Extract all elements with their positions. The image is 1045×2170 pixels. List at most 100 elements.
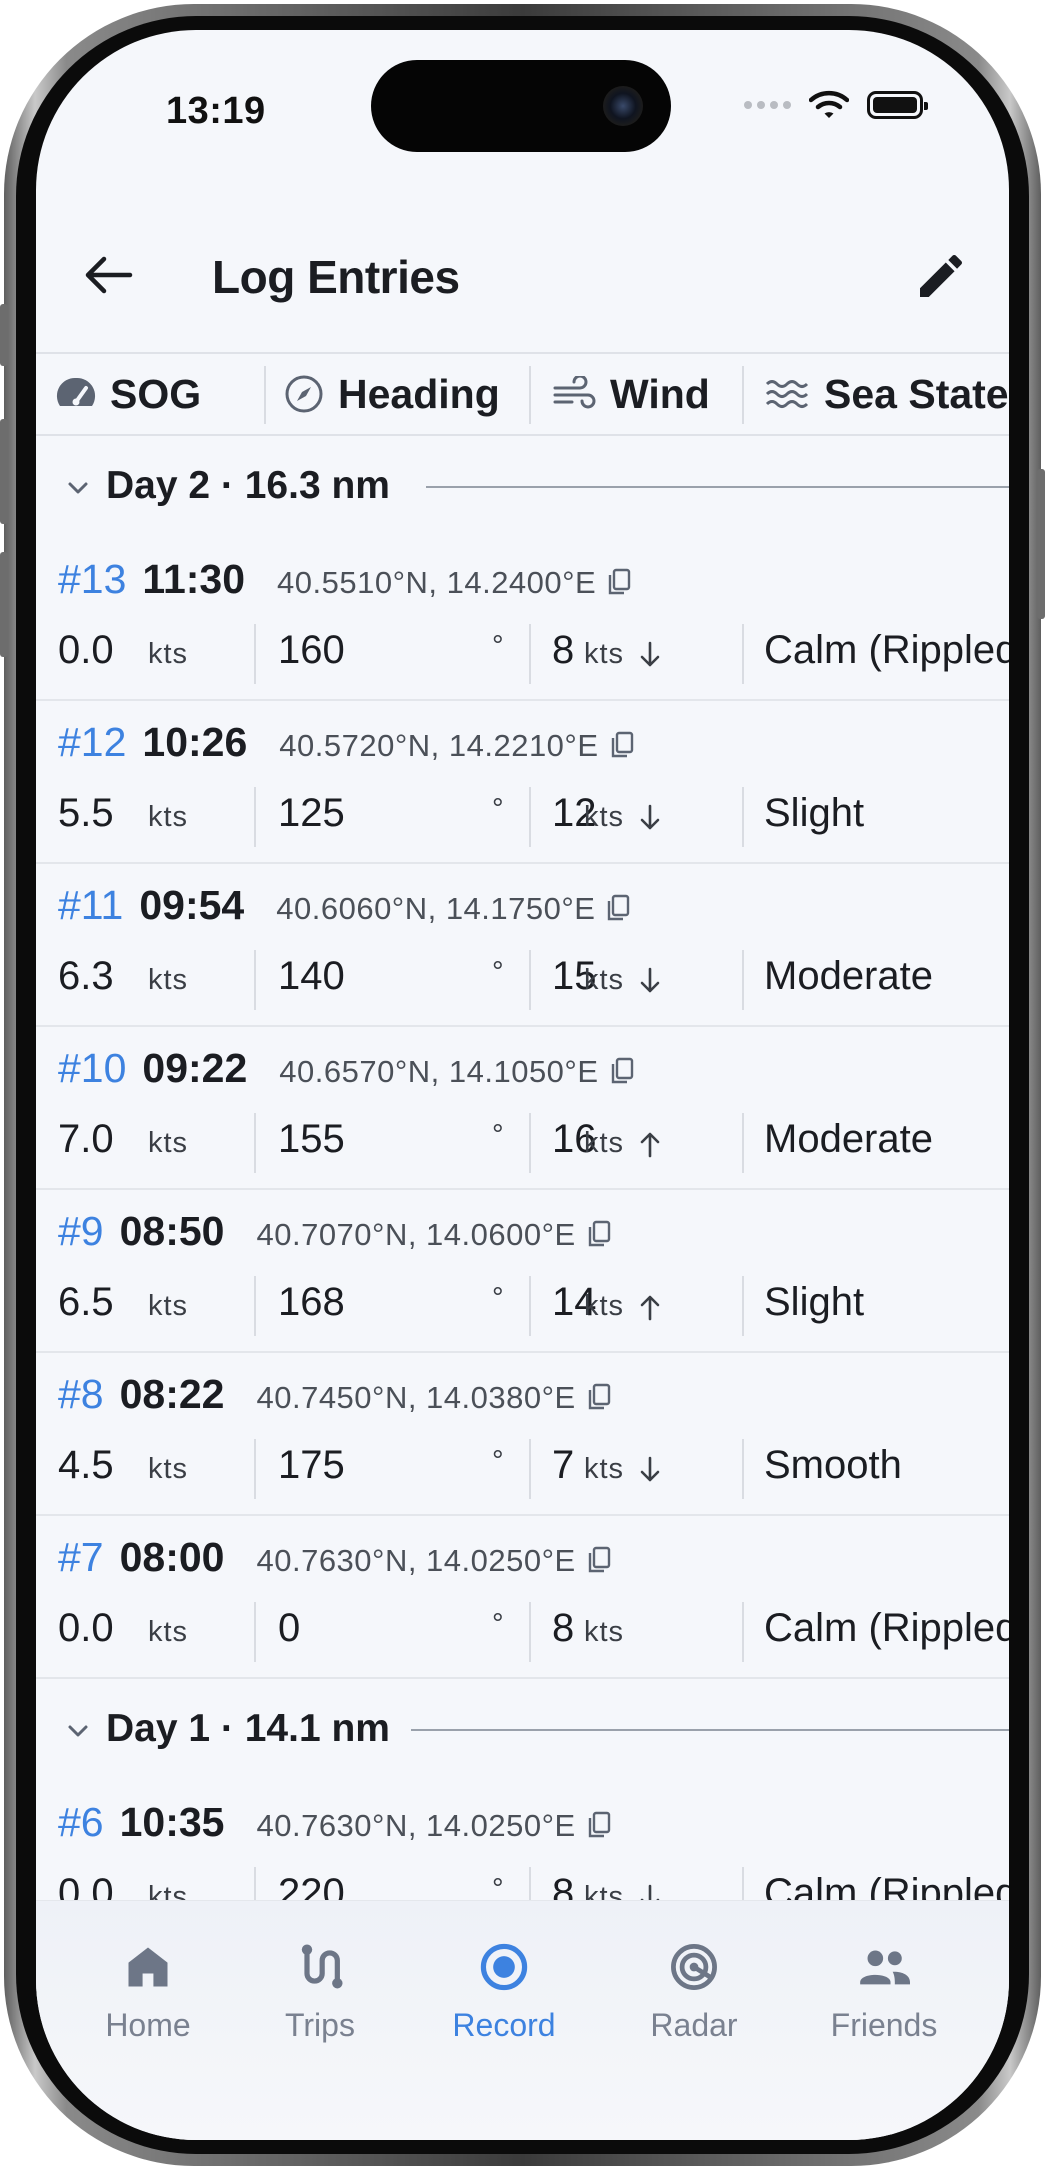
wind-unit: kts (584, 1453, 625, 1485)
nav-label: Record (452, 2007, 556, 2043)
action-button (0, 304, 8, 366)
sea-state-value: Moderate (764, 1117, 933, 1161)
log-entry-row[interactable]: #10 09:22 40.6570°N, 14.1050°E 7.0 kts 155 ° 16… (36, 1027, 1009, 1190)
power-button (1037, 469, 1045, 619)
wind-down-arrow-icon (640, 1456, 660, 1482)
entry-coordinates: 40.7630°N, 14.0250°E (256, 1543, 576, 1578)
bottom-navigation: Home Trips Record Radar Friends (36, 1900, 1009, 2140)
heading-value: 155 (278, 1117, 345, 1161)
log-entry-row[interactable]: #11 09:54 40.6060°N, 14.1750°E 6.3 kts 140 ° 15… (36, 864, 1009, 1027)
entry-coordinates: 40.6570°N, 14.1050°E (279, 1054, 599, 1089)
volume-down-button (0, 552, 8, 657)
cell-divider (742, 1602, 744, 1662)
copy-icon[interactable] (586, 1810, 612, 1840)
chevron-down-icon (68, 482, 88, 494)
log-entry-list[interactable]: Day 2 · 16.3 nm #13 11:30 40.5510°N, 14.24… (36, 436, 1009, 1900)
sea-state-value: Slight (764, 791, 865, 835)
sog-value: 0.0 (58, 628, 114, 672)
day-label: Day 2 · 16.3 nm (106, 464, 390, 507)
column-sog[interactable]: SOG (56, 354, 201, 434)
nav-friends[interactable]: Friends (804, 1941, 964, 2044)
sog-unit: kts (148, 1881, 189, 1900)
log-entry-row[interactable]: #9 08:50 40.7070°N, 14.0600°E 6.5 kts 168 ° 14 k… (36, 1190, 1009, 1353)
cell-divider (742, 1113, 744, 1173)
heading-unit: ° (492, 1119, 505, 1151)
wind-value: 7 (552, 1443, 575, 1487)
entry-values: 5.5 kts 125 ° 12 kts Slight (36, 783, 1009, 851)
column-wind[interactable]: Wind (552, 354, 710, 434)
screen: 13:19 Log Entries SOG Heading Wind Sea S… (36, 30, 1009, 2140)
sog-value: 6.5 (58, 1280, 114, 1324)
entry-time: 09:22 (142, 1045, 248, 1091)
wind-up-arrow-icon (640, 1132, 660, 1158)
day-header[interactable]: Day 1 · 14.1 nm (36, 1679, 1009, 1781)
back-arrow-icon[interactable] (80, 250, 140, 300)
sog-value: 0.0 (58, 1606, 114, 1650)
compass-icon (285, 375, 323, 413)
log-entry-row[interactable]: #6 10:35 40.7630°N, 14.0250°E 0.0 kts 220 ° 8 kt… (36, 1781, 1009, 1900)
sea-state-value: Moderate (764, 954, 933, 998)
sea-state-value: Calm (Rippled) (764, 1871, 1009, 1900)
heading-value: 175 (278, 1443, 345, 1487)
entry-header: #9 08:50 40.7070°N, 14.0600°E (58, 1208, 612, 1255)
log-entry-row[interactable]: #13 11:30 40.5510°N, 14.2400°E 0.0 kts 160 ° 8 k… (36, 538, 1009, 701)
nav-radar[interactable]: Radar (614, 1941, 774, 2044)
entry-values: 7.0 kts 155 ° 16 kts Moderate (36, 1109, 1009, 1177)
cell-divider (742, 1276, 744, 1336)
nav-trips[interactable]: Trips (240, 1941, 400, 2044)
entry-values: 4.5 kts 175 ° 7 kts Smooth (36, 1435, 1009, 1503)
entry-number: #11 (58, 882, 124, 928)
entry-header: #10 09:22 40.6570°N, 14.1050°E (58, 1045, 635, 1092)
column-label: Wind (610, 370, 710, 417)
cell-divider (529, 624, 531, 684)
nav-home[interactable]: Home (68, 1941, 228, 2044)
status-icons (744, 90, 928, 120)
copy-icon[interactable] (586, 1382, 612, 1412)
edit-pencil-icon[interactable] (913, 248, 969, 304)
entry-header: #8 08:22 40.7450°N, 14.0380°E (58, 1371, 612, 1418)
entry-coordinates: 40.7070°N, 14.0600°E (256, 1217, 576, 1252)
heading-unit: ° (492, 1282, 505, 1314)
entry-header: #7 08:00 40.7630°N, 14.0250°E (58, 1534, 612, 1581)
copy-icon[interactable] (586, 1219, 612, 1249)
people-icon (860, 1950, 910, 1985)
wind-unit: kts (584, 1290, 625, 1322)
sog-unit: kts (148, 1453, 189, 1485)
entry-number: #12 (58, 719, 127, 765)
cell-divider (254, 1439, 256, 1499)
copy-icon[interactable] (606, 567, 632, 597)
entry-number: #7 (58, 1534, 104, 1580)
cell-divider (529, 1867, 531, 1900)
copy-icon[interactable] (609, 730, 635, 760)
copy-icon[interactable] (609, 1056, 635, 1086)
log-entry-row[interactable]: #7 08:00 40.7630°N, 14.0250°E 0.0 kts 0 ° 8 kts C… (36, 1516, 1009, 1679)
heading-value: 168 (278, 1280, 345, 1324)
nav-label: Trips (285, 2007, 355, 2043)
sea-state-value: Calm (Rippled) (764, 1606, 1009, 1650)
nav-record[interactable]: Record (424, 1941, 584, 2044)
column-heading[interactable]: Heading (284, 354, 500, 434)
column-header-strip[interactable]: SOG Heading Wind Sea State (36, 352, 1009, 436)
log-entry-row[interactable]: #8 08:22 40.7450°N, 14.0380°E 4.5 kts 175 ° 7 kt… (36, 1353, 1009, 1516)
wind-up-arrow-icon (640, 1295, 660, 1321)
sog-unit: kts (148, 1127, 189, 1159)
copy-icon[interactable] (605, 893, 631, 923)
log-entry-row[interactable]: #12 10:26 40.5720°N, 14.2210°E 5.5 kts 125 ° 12… (36, 701, 1009, 864)
cell-divider (529, 1602, 531, 1662)
entry-time: 11:30 (142, 556, 246, 602)
entry-values: 6.3 kts 140 ° 15 kts Moderate (36, 946, 1009, 1014)
entry-time: 08:00 (119, 1534, 225, 1580)
column-sea-state[interactable]: Sea State (764, 354, 1009, 434)
copy-icon[interactable] (586, 1545, 612, 1575)
entry-values: 0.0 kts 0 ° 8 kts Calm (Rippled) (36, 1598, 1009, 1666)
status-time: 13:19 (166, 90, 266, 132)
heading-unit: ° (492, 630, 505, 662)
heading-unit: ° (492, 793, 505, 825)
cell-divider (254, 1276, 256, 1336)
cell-divider (742, 787, 744, 847)
cellular-signal-icon (744, 101, 791, 109)
route-icon (301, 1944, 343, 1989)
wind-value: 8 (552, 628, 575, 672)
waves-icon (765, 380, 809, 408)
day-header[interactable]: Day 2 · 16.3 nm (36, 436, 1009, 538)
